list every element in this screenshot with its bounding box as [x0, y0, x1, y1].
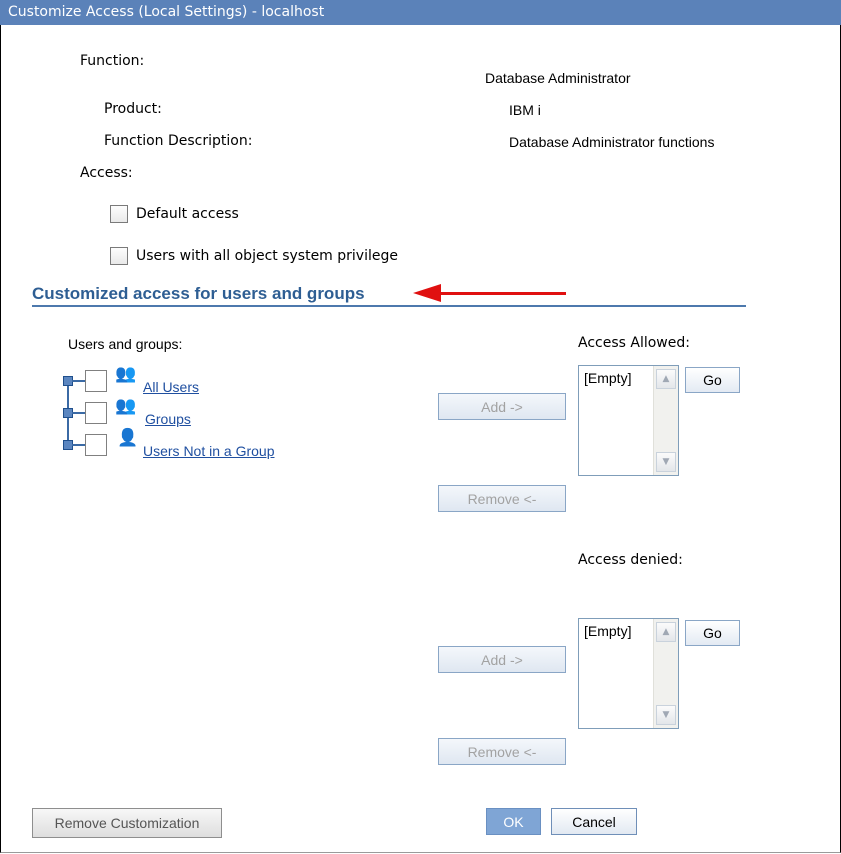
list-item[interactable]: [Empty]	[584, 370, 631, 386]
allowed-go-button[interactable]: Go	[685, 367, 740, 393]
function-description-label: Function Description:	[104, 133, 253, 149]
allowed-add-button[interactable]: Add ->	[438, 393, 566, 420]
default-access-label: Default access	[136, 206, 239, 222]
ok-button[interactable]: OK	[486, 808, 541, 835]
dialog-frame	[0, 0, 841, 853]
users-not-in-group-checkbox[interactable]	[85, 434, 107, 456]
denied-add-button[interactable]: Add ->	[438, 646, 566, 673]
function-label: Function:	[80, 53, 145, 69]
function-description-value: Database Administrator functions	[509, 134, 715, 150]
product-value: IBM i	[509, 102, 541, 118]
all-users-icon: 👥	[115, 364, 137, 384]
remove-customization-button[interactable]: Remove Customization	[32, 808, 222, 838]
function-value: Database Administrator	[485, 70, 631, 86]
all-users-link[interactable]: All Users	[143, 379, 199, 395]
red-arrow-icon	[413, 284, 441, 302]
groups-link[interactable]: Groups	[145, 411, 191, 427]
groups-icon: 👥	[115, 396, 137, 416]
access-label: Access:	[80, 165, 133, 181]
scroll-down-icon[interactable]: ▼	[656, 705, 676, 725]
section-title: Customized access for users and groups	[32, 284, 365, 303]
list-item[interactable]: [Empty]	[584, 623, 631, 639]
access-allowed-label: Access Allowed:	[578, 335, 690, 351]
denied-go-button[interactable]: Go	[685, 620, 740, 646]
scrollbar[interactable]: ▲ ▼	[653, 366, 678, 475]
access-denied-label: Access denied:	[578, 552, 683, 568]
all-object-privilege-checkbox[interactable]	[110, 247, 128, 265]
scroll-up-icon[interactable]: ▲	[656, 622, 676, 642]
red-arrow-line	[440, 292, 566, 295]
allowed-remove-button[interactable]: Remove <-	[438, 485, 566, 512]
all-object-privilege-label: Users with all object system privilege	[136, 248, 398, 264]
access-denied-list[interactable]: [Empty] ▲ ▼	[578, 618, 679, 729]
cancel-button[interactable]: Cancel	[551, 808, 637, 835]
window-title: Customize Access (Local Settings) - loca…	[0, 0, 841, 25]
users-not-in-group-icon: 👤	[117, 428, 139, 448]
section-divider	[32, 305, 746, 307]
scroll-up-icon[interactable]: ▲	[656, 369, 676, 389]
users-groups-label: Users and groups:	[68, 336, 183, 352]
scrollbar[interactable]: ▲ ▼	[653, 619, 678, 728]
denied-remove-button[interactable]: Remove <-	[438, 738, 566, 765]
product-label: Product:	[104, 101, 162, 117]
groups-checkbox[interactable]	[85, 402, 107, 424]
default-access-checkbox[interactable]	[110, 205, 128, 223]
access-allowed-list[interactable]: [Empty] ▲ ▼	[578, 365, 679, 476]
scroll-down-icon[interactable]: ▼	[656, 452, 676, 472]
users-not-in-group-link[interactable]: Users Not in a Group	[143, 443, 275, 459]
all-users-checkbox[interactable]	[85, 370, 107, 392]
